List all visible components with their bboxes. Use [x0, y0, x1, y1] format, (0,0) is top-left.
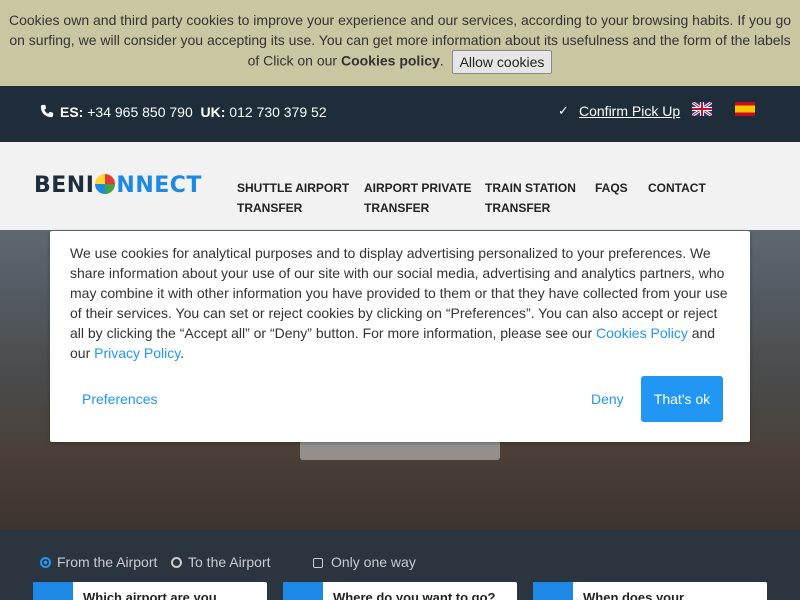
phone-numbers: ES: +34 965 850 790 UK: 012 730 379 52: [60, 104, 327, 120]
beniconnect-logo[interactable]: BENI NNECT: [34, 173, 202, 198]
contact-bar: ES: +34 965 850 790 UK: 012 730 379 52 ✓…: [0, 86, 800, 142]
nav-item-line: TRANSFER: [237, 201, 303, 215]
nav-item-line: TRAIN STATION: [485, 181, 576, 195]
from-airport-label: From the Airport: [57, 554, 158, 570]
accept-button[interactable]: That's ok: [641, 376, 723, 422]
phone-icon: [40, 104, 54, 118]
to-airport-label: To the Airport: [188, 554, 271, 570]
date-field-icon: [533, 582, 573, 600]
logo-mark-icon: [95, 174, 116, 194]
es-phone[interactable]: +34 965 850 790: [87, 104, 193, 120]
cookie-notice-end: .: [439, 52, 444, 69]
nav-contact[interactable]: CONTACT: [648, 178, 706, 198]
uk-label: UK:: [200, 104, 226, 120]
nav-item-line: TRANSFER: [364, 201, 430, 215]
radio-icon[interactable]: [171, 557, 182, 568]
nav-item-line: SHUTTLE AIRPORT: [237, 181, 350, 195]
nav-faqs[interactable]: FAQS: [595, 178, 628, 198]
confirm-pickup-link[interactable]: Confirm Pick Up: [579, 103, 680, 119]
destination-field[interactable]: Where do you want to go?: [283, 582, 517, 600]
nav-shuttle-airport-transfer[interactable]: SHUTTLE AIRPORT TRANSFER: [237, 178, 349, 218]
destination-field-label: Where do you want to go?: [333, 590, 496, 600]
from-airport-option[interactable]: From the Airport: [40, 554, 157, 570]
nav-airport-private-transfer[interactable]: AIRPORT PRIVATE TRANSFER: [364, 178, 472, 218]
nav-item-line: AIRPORT PRIVATE: [364, 181, 472, 195]
cookies-policy-link[interactable]: Cookies policy: [341, 53, 440, 69]
destination-field-icon: [283, 582, 323, 600]
main-navigation: BENI NNECT SHUTTLE AIRPORT TRANSFER AIRPO…: [0, 142, 800, 230]
cookie-notice-bar: Cookies own and third party cookies to i…: [0, 0, 800, 86]
logo-text-b: NNECT: [116, 173, 202, 198]
cookies-policy-modal-link[interactable]: Cookies Policy: [596, 325, 688, 341]
uk-phone[interactable]: 012 730 379 52: [229, 104, 326, 120]
uk-flag-icon[interactable]: [692, 102, 712, 116]
checkbox-icon[interactable]: [313, 558, 323, 568]
nav-item-line: FAQS: [595, 181, 628, 195]
preferences-button[interactable]: Preferences: [82, 391, 157, 407]
radio-selected-icon[interactable]: [40, 557, 51, 568]
nav-item-line: TRANSFER: [485, 201, 551, 215]
consent-text: We use cookies for analytical purposes a…: [70, 243, 735, 363]
checkmark-icon: ✓: [558, 103, 569, 118]
airport-field[interactable]: Which airport are you: [33, 582, 267, 600]
privacy-policy-link[interactable]: Privacy Policy: [94, 345, 180, 361]
es-label: ES:: [60, 104, 84, 120]
airport-field-label: Which airport are you: [83, 590, 217, 600]
one-way-option[interactable]: Only one way: [313, 554, 416, 570]
date-field-label: When does your: [583, 590, 685, 600]
to-airport-option[interactable]: To the Airport: [171, 554, 271, 570]
cookie-consent-modal: We use cookies for analytical purposes a…: [50, 231, 750, 442]
allow-cookies-button[interactable]: Allow cookies: [451, 50, 553, 74]
nav-item-line: CONTACT: [648, 181, 706, 195]
consent-text-end: .: [180, 345, 185, 361]
nav-train-station-transfer[interactable]: TRAIN STATION TRANSFER: [485, 178, 576, 218]
date-field[interactable]: When does your: [533, 582, 767, 600]
spain-flag-icon[interactable]: [735, 102, 755, 116]
airport-field-icon: [33, 582, 73, 600]
logo-text-a: BENI: [34, 173, 95, 198]
deny-button[interactable]: Deny: [591, 391, 624, 407]
one-way-label: Only one way: [331, 554, 416, 570]
booking-form: From the Airport To the Airport Only one…: [0, 530, 800, 600]
